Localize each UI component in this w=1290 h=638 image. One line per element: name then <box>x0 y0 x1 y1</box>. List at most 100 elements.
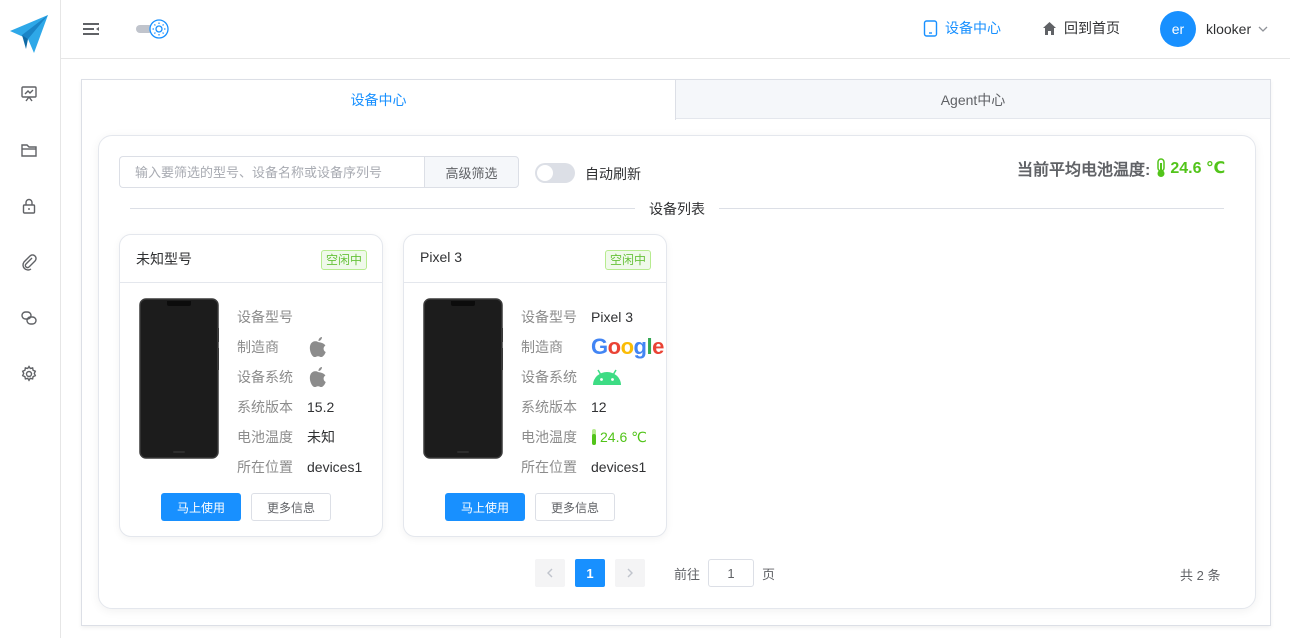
chevron-left-icon <box>547 568 553 578</box>
spec-row-manufacturer: 制造商 Google <box>521 334 664 359</box>
use-now-button[interactable]: 马上使用 <box>161 493 241 521</box>
device-panel: 高级筛选 自动刷新 当前平均电池温度: 24.6 ℃ 设备列表 未知型号 空闲 <box>98 135 1256 609</box>
theme-toggle-sun-icon[interactable] <box>135 18 171 40</box>
spec-key: 设备型号 <box>521 309 577 325</box>
spec-key: 系统版本 <box>237 399 293 415</box>
device-list-title: 设备列表 <box>635 199 719 219</box>
spec-key: 设备系统 <box>237 369 293 385</box>
spec-key: 设备系统 <box>521 369 577 385</box>
home-icon <box>1043 21 1056 35</box>
nav-device-center-label: 设备中心 <box>945 20 1001 36</box>
device-card-header: 未知型号 空闲中 <box>120 235 382 283</box>
google-logo: Google <box>591 334 664 359</box>
device-card: Pixel 3 空闲中 设备型号 Pixel 3 制造商 G o o g l e… <box>403 234 667 537</box>
spec-key: 电池温度 <box>521 429 577 445</box>
tablet-icon <box>923 19 938 37</box>
user-menu[interactable]: er klooker <box>1160 10 1268 47</box>
spec-key: 制造商 <box>237 339 279 355</box>
spec-value: devices1 <box>307 459 363 475</box>
spec-row-battery: 电池温度 未知 <box>237 427 335 447</box>
auto-refresh-switch[interactable] <box>535 163 575 183</box>
spec-row-os-version: 系统版本 12 <box>521 397 607 417</box>
paper-plane-logo[interactable] <box>8 13 50 55</box>
nav-device-center[interactable]: 设备中心 <box>923 17 1001 39</box>
tab-agent-center[interactable]: Agent中心 <box>676 80 1270 119</box>
device-card-header: Pixel 3 空闲中 <box>404 235 666 283</box>
spec-key: 制造商 <box>521 339 563 355</box>
goto-page-input[interactable] <box>708 559 755 587</box>
battery-bar-icon <box>592 429 596 445</box>
page-number-current[interactable]: 1 <box>575 559 605 587</box>
spec-key: 所在位置 <box>237 459 293 475</box>
device-title: Pixel 3 <box>420 249 463 265</box>
gear-icon[interactable] <box>19 364 39 384</box>
spec-value: 12 <box>591 399 607 415</box>
spec-row-model: 设备型号 Pixel 3 <box>521 307 633 327</box>
top-header: 设备中心 回到首页 er klooker <box>61 0 1290 59</box>
menu-fold-icon[interactable] <box>81 19 101 39</box>
battery-temp-value: 24.6 ℃ <box>600 428 647 445</box>
total-count: 共 2 条 <box>1180 568 1221 583</box>
lock-icon[interactable] <box>19 196 39 216</box>
search-input[interactable] <box>119 156 424 188</box>
next-page-button[interactable] <box>615 559 645 587</box>
avg-temp-value: 24.6 ℃ <box>1170 160 1226 177</box>
spec-value: devices1 <box>591 459 647 475</box>
pagination: 1 前往 页 <box>535 559 775 587</box>
apple-icon <box>309 337 326 358</box>
avatar[interactable]: er <box>1160 10 1196 47</box>
more-info-button[interactable]: 更多信息 <box>535 493 615 521</box>
status-badge: 空闲中 <box>320 250 367 270</box>
phone-image <box>139 298 219 459</box>
spec-row-location: 所在位置 devices1 <box>521 457 646 477</box>
tab-device-center[interactable]: 设备中心 <box>82 80 676 120</box>
spec-value: Pixel 3 <box>591 309 634 325</box>
avg-temp-label: 当前平均电池温度: <box>1017 162 1151 179</box>
status-badge: 空闲中 <box>604 250 651 270</box>
spec-value: 未知 <box>307 429 335 445</box>
spec-row-os: 设备系统 <box>521 367 623 387</box>
phone-image <box>423 298 503 459</box>
search-group: 高级筛选 <box>119 156 520 188</box>
card-actions: 马上使用 更多信息 <box>161 493 331 521</box>
use-now-button[interactable]: 马上使用 <box>445 493 525 521</box>
sidebar <box>0 0 61 638</box>
spec-key: 所在位置 <box>521 459 577 475</box>
spec-row-manufacturer: 制造商 <box>237 337 329 358</box>
device-title: 未知型号 <box>136 251 192 267</box>
spec-row-os: 设备系统 <box>237 367 329 388</box>
spec-value: 15.2 <box>307 399 335 415</box>
auto-refresh-label: 自动刷新 <box>585 166 641 182</box>
app-root: 设备中心 回到首页 er klooker 设备中心 Agent中心 高级筛选 <box>0 0 1290 638</box>
chevron-right-icon <box>627 568 633 578</box>
goto-suffix: 页 <box>762 566 776 582</box>
chevron-down-icon[interactable] <box>1258 24 1268 34</box>
spec-key: 电池温度 <box>237 429 293 445</box>
spec-row-battery: 电池温度 24.6 ℃ <box>521 427 647 447</box>
apple-icon <box>309 367 326 388</box>
card-actions: 马上使用 更多信息 <box>445 493 615 521</box>
tab-bar: 设备中心 Agent中心 <box>82 80 1270 120</box>
average-battery-temperature: 当前平均电池温度: 24.6 ℃ <box>1017 158 1226 179</box>
paperclip-icon[interactable] <box>19 252 39 272</box>
spec-row-location: 所在位置 devices1 <box>237 457 362 477</box>
presentation-icon[interactable] <box>19 84 39 104</box>
spec-row-model: 设备型号 <box>237 307 307 327</box>
prev-page-button[interactable] <box>535 559 565 587</box>
spec-key: 设备型号 <box>237 309 293 325</box>
spec-key: 系统版本 <box>521 399 577 415</box>
thermometer-icon <box>1157 158 1166 177</box>
goto-label: 前往 <box>674 566 701 582</box>
advanced-filter-button[interactable]: 高级筛选 <box>424 156 519 188</box>
device-card: 未知型号 空闲中 设备型号 制造商 设备系统 系统版本 15.2 电池温度 未知… <box>119 234 383 537</box>
spec-value-battery: 24.6 ℃ <box>591 428 647 446</box>
spec-row-os-version: 系统版本 15.2 <box>237 397 334 417</box>
nav-home-label: 回到首页 <box>1064 20 1120 36</box>
more-info-button[interactable]: 更多信息 <box>251 493 331 521</box>
folder-icon[interactable] <box>19 140 39 160</box>
android-icon <box>593 369 621 385</box>
nav-home[interactable]: 回到首页 <box>1042 17 1120 39</box>
link-icon[interactable] <box>19 308 39 328</box>
username: klooker <box>1206 20 1252 37</box>
main-container: 设备中心 Agent中心 高级筛选 自动刷新 当前平均电池温度: 24.6 ℃ … <box>81 79 1271 626</box>
